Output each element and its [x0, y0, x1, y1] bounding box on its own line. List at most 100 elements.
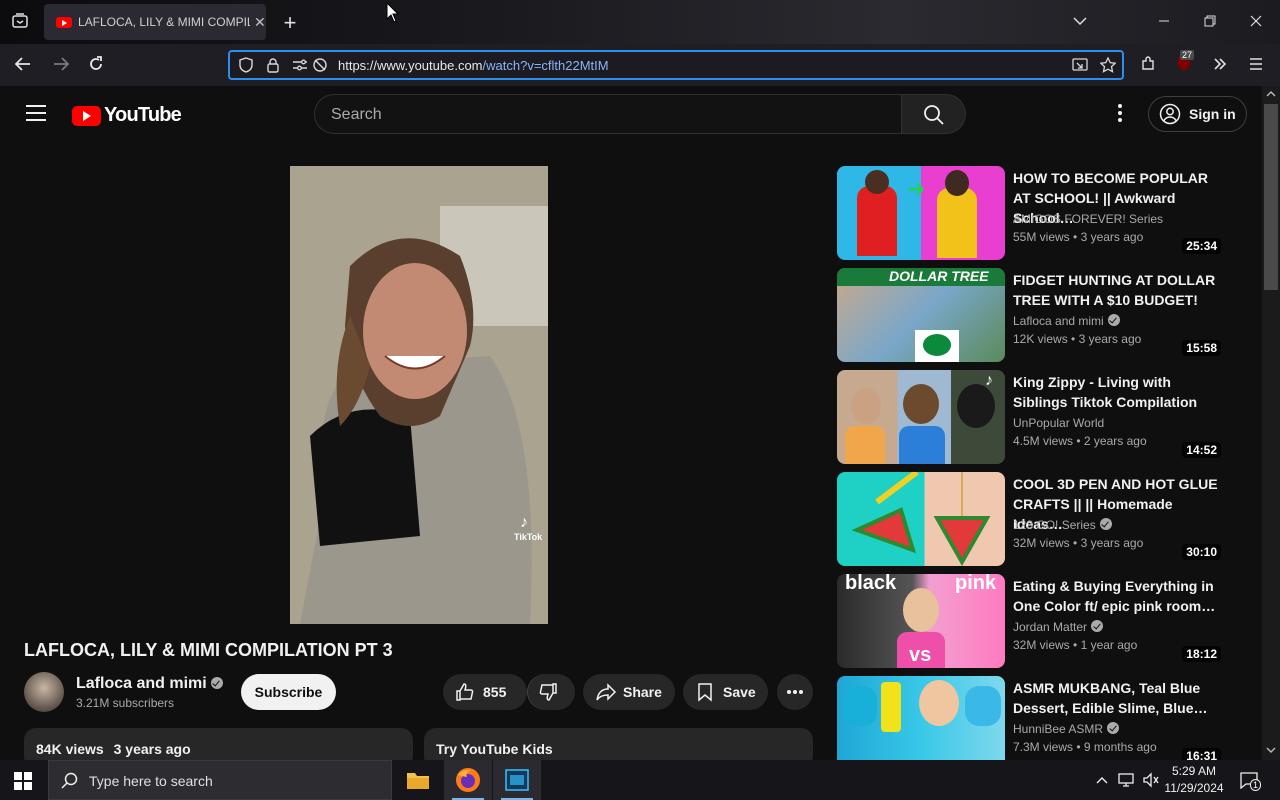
- back-arrow-icon[interactable]: [14, 56, 32, 77]
- minimize-icon[interactable]: [1158, 14, 1170, 32]
- guide-menu-icon[interactable]: [26, 105, 46, 121]
- youtube-page: YouTube Search Sign in TikTok ♪ LAFLOCA,…: [0, 86, 1262, 760]
- search-input[interactable]: Search: [314, 94, 902, 134]
- recommendation-title[interactable]: ASMR MUKBANG, Teal Blue Dessert, Edible …: [1013, 678, 1223, 718]
- search-icon: [924, 105, 944, 125]
- recommendation-meta: 7.3M views • 9 months ago: [1013, 740, 1157, 754]
- save-button[interactable]: Save: [683, 674, 768, 710]
- sign-in-button[interactable]: Sign in: [1148, 96, 1247, 132]
- recommendation-item[interactable]: 16:31 ASMR MUKBANG, Teal Blue Dessert, E…: [837, 676, 1227, 760]
- folder-icon: [407, 773, 429, 789]
- permissions-icon[interactable]: [292, 57, 308, 76]
- verified-badge-icon: [210, 677, 223, 689]
- extension-badge: 27: [1180, 50, 1195, 60]
- account-icon: [1159, 103, 1181, 125]
- settings-more-icon[interactable]: [1112, 104, 1128, 124]
- video-duration: 25:34: [1182, 238, 1221, 254]
- youtube-kids-promo[interactable]: Try YouTube Kids: [424, 728, 813, 760]
- video-thumbnail[interactable]: DOLLAR TREE: [837, 268, 1005, 362]
- clock-time: 5:29 AM: [1171, 764, 1217, 778]
- thumbs-down-icon: [539, 683, 557, 701]
- browser-tab-bar: LAFLOCA, LILY & MIMI COMPILATION PT 3 ✕ …: [0, 0, 1280, 44]
- video-editor-app[interactable]: [493, 760, 541, 800]
- recommendation-item[interactable]: ➜ 25:34 HOW TO BECOME POPULAR AT SCHOOL!…: [837, 166, 1227, 260]
- recommendation-channel[interactable]: 123 GO! Series: [1013, 518, 1112, 532]
- tray-chevron-icon[interactable]: [1096, 773, 1108, 791]
- video-thumbnail[interactable]: black pink vs: [837, 574, 1005, 668]
- new-tab-button[interactable]: +: [278, 10, 302, 36]
- tracking-shield-icon[interactable]: [238, 57, 254, 76]
- recommendation-channel[interactable]: HunniBee ASMR: [1013, 722, 1120, 736]
- tiktok-logo-icon: ♪: [985, 372, 993, 389]
- bookmark-star-icon[interactable]: [1099, 56, 1117, 76]
- video-thumbnail[interactable]: [837, 676, 1005, 760]
- thumbnail-text-vs: vs: [909, 644, 932, 666]
- scroll-up-icon[interactable]: [1266, 90, 1276, 98]
- arrow-graphic-icon: ➜: [907, 176, 926, 201]
- scroll-down-icon[interactable]: [1266, 746, 1276, 754]
- restore-icon[interactable]: [1204, 14, 1216, 32]
- recommendation-item[interactable]: 30:10 COOL 3D PEN AND HOT GLUE CRAFTS ||…: [837, 472, 1227, 566]
- network-icon[interactable]: [1118, 772, 1136, 793]
- video-thumbnail[interactable]: [837, 472, 1005, 566]
- tiktok-watermark: TikTok: [514, 532, 543, 542]
- share-button[interactable]: Share: [583, 674, 675, 710]
- video-player[interactable]: TikTok ♪: [290, 166, 548, 624]
- watermelon-graphic: [851, 472, 991, 566]
- forward-arrow-icon[interactable]: [52, 56, 70, 77]
- thumbnail-text-left: black: [845, 574, 897, 594]
- video-frame: [290, 166, 548, 624]
- notifications-icon[interactable]: 1: [1240, 771, 1262, 794]
- recommendation-title[interactable]: Eating & Buying Everything in One Color …: [1013, 576, 1223, 616]
- youtube-logo[interactable]: YouTube: [72, 104, 182, 127]
- more-actions-button[interactable]: [777, 674, 813, 710]
- firefox-app[interactable]: [444, 760, 492, 800]
- recommendation-item[interactable]: ♪ 14:52 King Zippy - Living with Sibling…: [837, 370, 1227, 464]
- tab-close-icon[interactable]: ✕: [254, 14, 266, 31]
- file-explorer-app[interactable]: [394, 760, 442, 800]
- like-count: 855: [483, 684, 507, 700]
- recommendation-item[interactable]: black pink vs 18:12 Eating & Buying Ever…: [837, 574, 1227, 668]
- list-all-tabs-icon[interactable]: [1072, 14, 1088, 32]
- overflow-chevrons-icon[interactable]: [1212, 56, 1228, 77]
- recommendation-title[interactable]: King Zippy - Living with Siblings Tiktok…: [1013, 372, 1223, 412]
- video-thumbnail[interactable]: ♪: [837, 370, 1005, 464]
- thumbs-up-icon: [456, 683, 474, 701]
- url-text[interactable]: https://www.youtube.com/watch?v=cflth22M…: [338, 58, 609, 73]
- lock-icon[interactable]: [266, 57, 280, 76]
- recommendation-title[interactable]: FIDGET HUNTING AT DOLLAR TREE WITH A $10…: [1013, 270, 1223, 310]
- youtube-play-icon: [72, 105, 101, 126]
- windows-start-icon[interactable]: [14, 772, 32, 795]
- channel-avatar[interactable]: [24, 672, 64, 712]
- active-tab[interactable]: LAFLOCA, LILY & MIMI COMPILATION PT 3 ✕: [44, 4, 266, 40]
- recommendation-channel[interactable]: UnPopular World: [1013, 416, 1104, 430]
- recommendation-channel[interactable]: Jordan Matter: [1013, 620, 1104, 634]
- recommendation-channel[interactable]: Lafloca and mimi: [1013, 314, 1120, 328]
- video-thumbnail[interactable]: ➜: [837, 166, 1005, 260]
- close-window-icon[interactable]: [1250, 14, 1262, 32]
- taskbar-search-input[interactable]: Type here to search: [48, 760, 392, 800]
- extensions-icon[interactable]: [1140, 56, 1156, 77]
- taskbar-clock[interactable]: 5:29 AM 11/29/2024: [1158, 763, 1230, 797]
- search-button[interactable]: [902, 94, 966, 134]
- verified-badge-icon: [1091, 620, 1104, 632]
- thumbnail-text-right: pink: [955, 574, 997, 594]
- ublock-shield-icon[interactable]: 27: [1176, 50, 1195, 77]
- app-menu-icon[interactable]: [1248, 57, 1264, 76]
- channel-name[interactable]: Lafloca and mimi: [76, 675, 223, 693]
- taskbar-search-placeholder: Type here to search: [89, 773, 213, 789]
- recommendation-channel[interactable]: AMIGOS FOREVER! Series: [1013, 212, 1163, 226]
- like-button[interactable]: 855: [443, 674, 527, 710]
- url-bar[interactable]: https://www.youtube.com/watch?v=cflth22M…: [228, 50, 1124, 80]
- reload-icon[interactable]: [88, 56, 104, 77]
- autoplay-blocked-icon[interactable]: [312, 57, 328, 76]
- tab-list-icon[interactable]: [10, 12, 30, 32]
- scrollbar-thumb[interactable]: [1264, 104, 1278, 290]
- recommendation-item[interactable]: DOLLAR TREE 15:58 FIDGET HUNTING AT DOLL…: [837, 268, 1227, 362]
- recommendation-meta: 32M views • 1 year ago: [1013, 638, 1138, 652]
- description-box[interactable]: 84K views 3 years ago: [24, 728, 413, 760]
- subscribe-button[interactable]: Subscribe: [241, 674, 336, 710]
- verified-badge-icon: [1107, 314, 1120, 326]
- picture-in-picture-icon[interactable]: [1072, 57, 1088, 76]
- dislike-button[interactable]: [527, 674, 575, 710]
